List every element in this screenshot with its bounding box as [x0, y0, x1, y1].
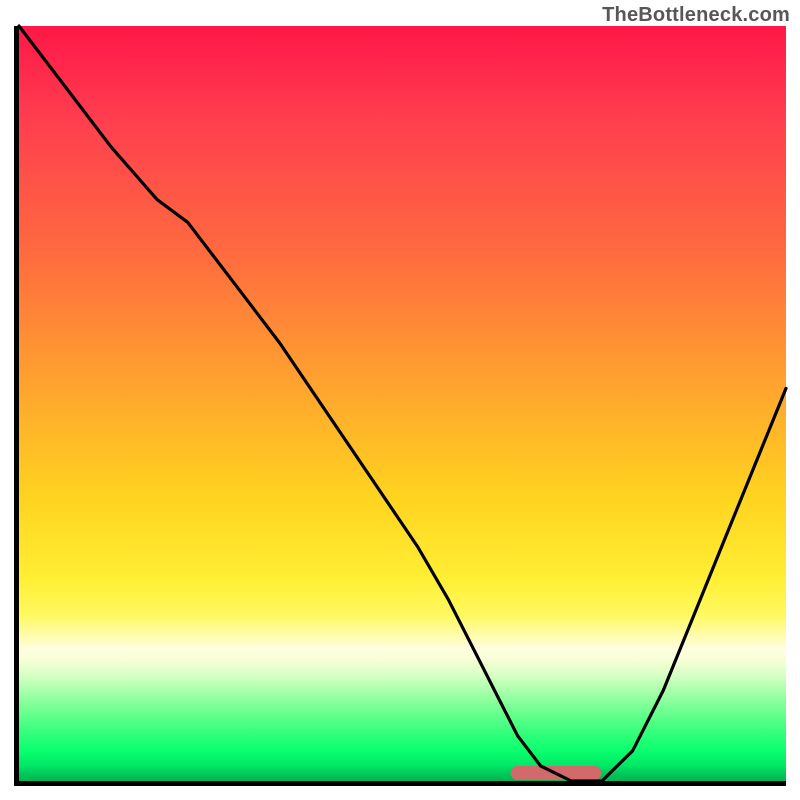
- watermark-text: TheBottleneck.com: [602, 4, 790, 27]
- bottleneck-curve: [19, 26, 786, 781]
- curve-layer: [19, 26, 786, 781]
- chart-container: TheBottleneck.com: [0, 0, 800, 800]
- plot-area: [14, 26, 786, 786]
